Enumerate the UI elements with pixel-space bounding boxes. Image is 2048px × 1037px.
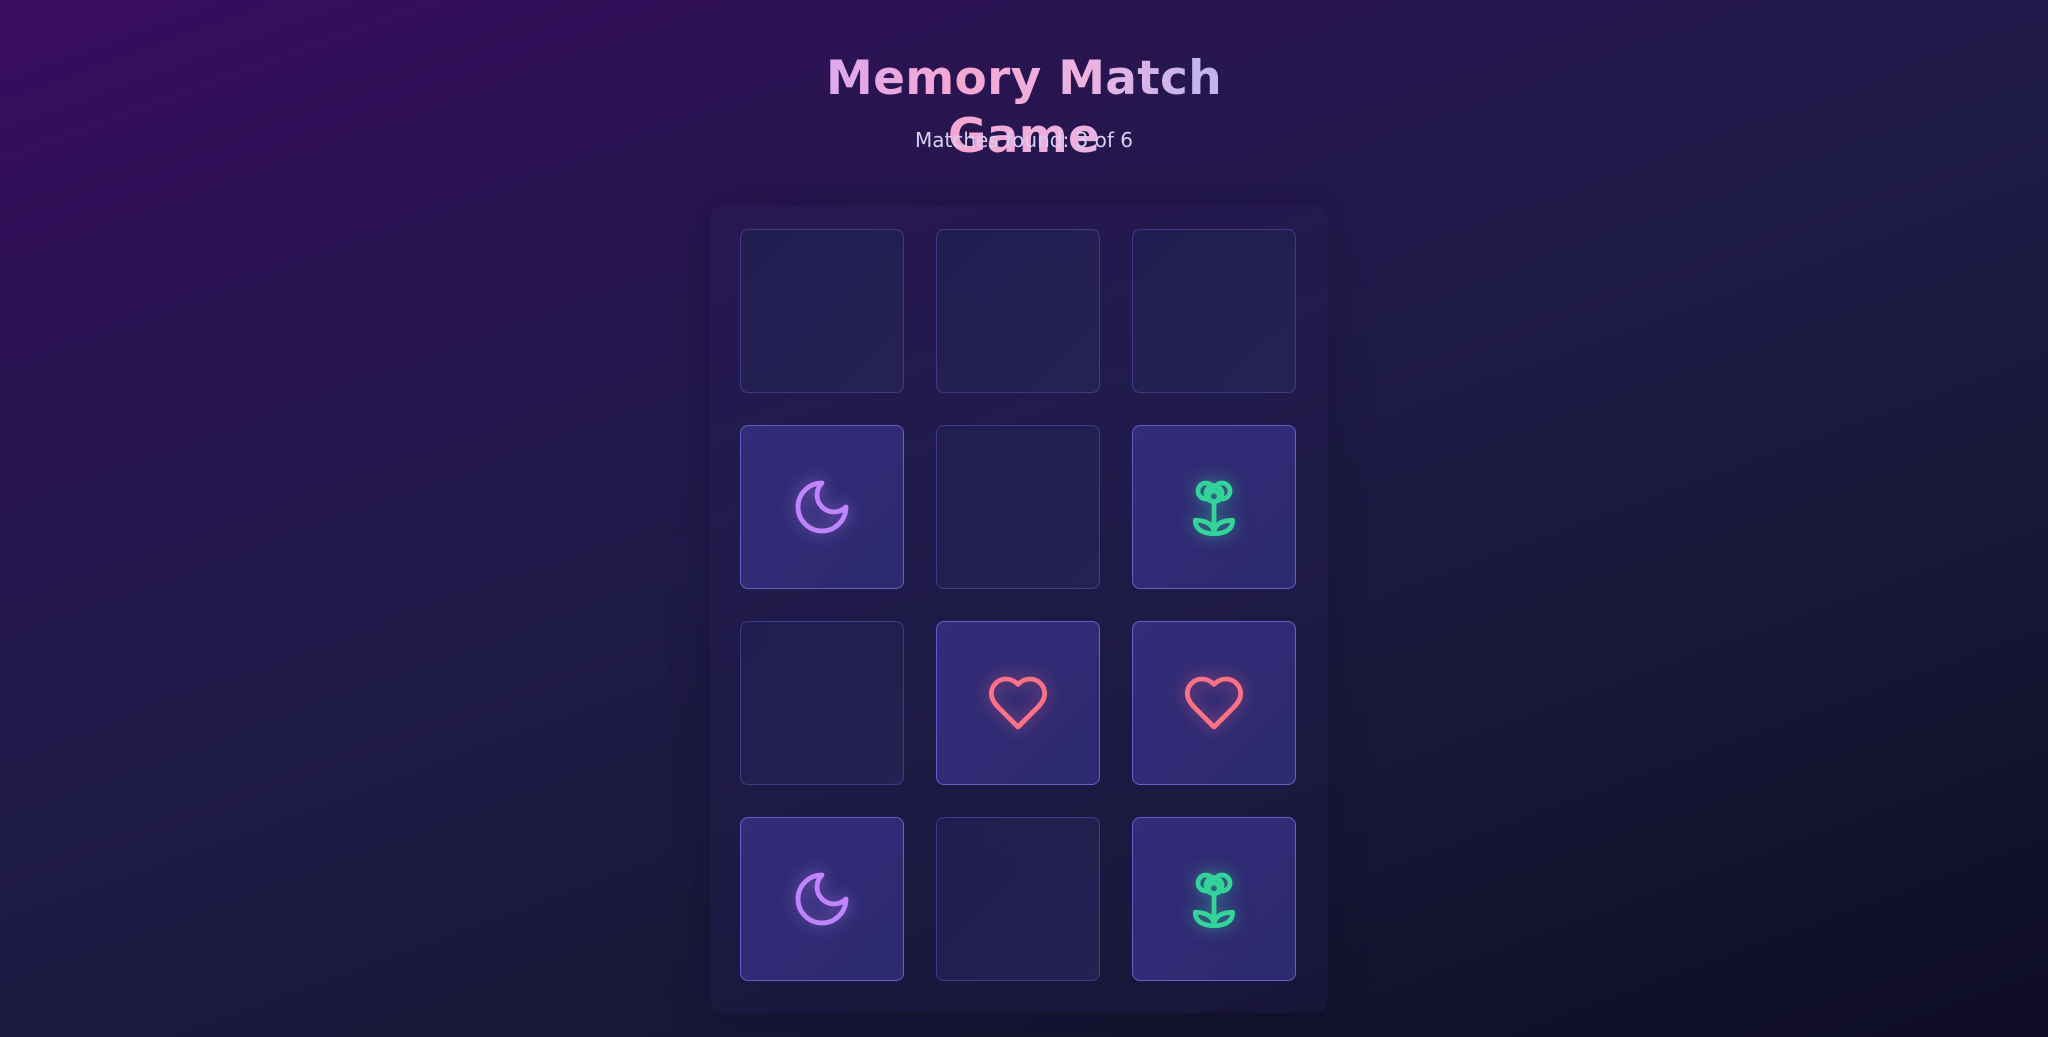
- card-face-up[interactable]: [1132, 425, 1296, 589]
- match-counter: Matches found: 3 of 6: [915, 128, 1133, 152]
- moon-icon: [790, 867, 854, 931]
- card-face-down[interactable]: [740, 229, 904, 393]
- card-face-down[interactable]: [740, 621, 904, 785]
- card-face-up[interactable]: [1132, 621, 1296, 785]
- flower-icon: [1182, 867, 1246, 931]
- moon-icon: [790, 475, 854, 539]
- card-face-down[interactable]: [936, 817, 1100, 981]
- card-face-up[interactable]: [936, 621, 1100, 785]
- card-face-down[interactable]: [936, 229, 1100, 393]
- card-face-down[interactable]: [936, 425, 1100, 589]
- heart-icon: [986, 671, 1050, 735]
- flower-icon: [1182, 475, 1246, 539]
- card-grid: [740, 229, 1296, 981]
- card-face-up[interactable]: [1132, 817, 1296, 981]
- heart-icon: [1182, 671, 1246, 735]
- card-face-up[interactable]: [740, 817, 904, 981]
- card-face-down[interactable]: [1132, 229, 1296, 393]
- card-face-up[interactable]: [740, 425, 904, 589]
- game-board: [710, 205, 1328, 1013]
